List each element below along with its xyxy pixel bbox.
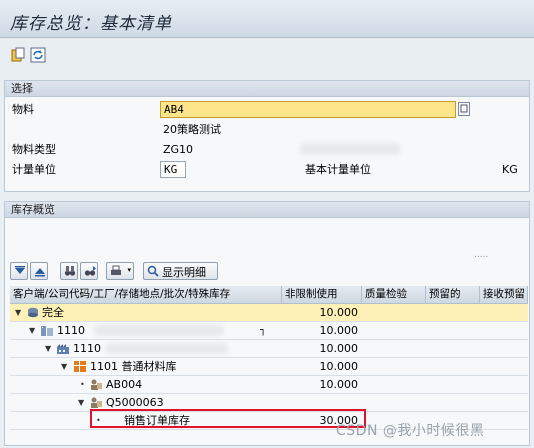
search-help-icon[interactable]	[458, 102, 470, 116]
tree-row[interactable]: • AB004 10.000	[10, 376, 528, 394]
collapse-arrow-icon[interactable]: ▼	[15, 304, 25, 321]
tree-row[interactable]: ▼ 完全 10.000	[10, 304, 528, 322]
find-next-button[interactable]	[80, 262, 98, 280]
column-header-hierarchy[interactable]: 客户端/公司代码/工厂/存储地点/批次/特殊库存	[10, 286, 282, 304]
printer-icon	[111, 265, 121, 275]
page-title: 库存总览：基本清单	[10, 14, 172, 34]
material-type-value: ZG10	[163, 143, 194, 156]
tree-row[interactable]: ▼ 1101 普通材料库 10.000	[10, 358, 528, 376]
tree-node-label: 1110	[73, 342, 101, 355]
stack-icon	[28, 307, 38, 318]
collapse-all-button[interactable]	[30, 262, 48, 280]
batch-icon	[91, 379, 102, 390]
material-label: 物料	[12, 103, 34, 116]
material-description: 20策略测试	[163, 123, 221, 136]
overflow-dots: .....	[474, 250, 489, 260]
find-button[interactable]	[60, 262, 78, 280]
collapse-arrow-icon[interactable]: ▼	[45, 340, 55, 357]
redacted-area	[300, 143, 400, 155]
detail-icon	[147, 265, 159, 277]
company-icon	[41, 326, 53, 336]
unrestricted-value: 10.000	[319, 378, 359, 391]
unrestricted-value: 10.000	[319, 324, 359, 337]
selection-section: 选择	[4, 80, 530, 192]
unrestricted-value: 10.000	[319, 342, 359, 355]
unrestricted-value: 10.000	[319, 306, 359, 319]
unit-label: 计量单位	[12, 163, 56, 176]
column-header-reserved[interactable]: 预留的	[426, 286, 480, 304]
expand-all-icon	[15, 266, 25, 274]
base-unit-value: KG	[502, 163, 518, 176]
overview-header: 库存概览	[5, 202, 529, 218]
tree-node-label: 1110	[57, 324, 85, 337]
batch-icon	[91, 397, 102, 408]
print-button[interactable]: ▾	[106, 262, 134, 280]
show-detail-label: 显示明细	[162, 266, 206, 279]
selection-header: 选择	[5, 81, 529, 97]
find-next-icon	[84, 266, 96, 276]
collapse-arrow-icon[interactable]: ▼	[61, 358, 71, 375]
base-unit-label: 基本计量单位	[305, 163, 371, 176]
title-bar: 库存总览：基本清单	[0, 0, 534, 38]
tree-row[interactable]: ▼ 1110 ┐ 10.000	[10, 322, 528, 340]
unit-field[interactable]: KG	[160, 161, 186, 178]
bracket-mark: ┐	[260, 325, 267, 336]
collapse-arrow-icon[interactable]: ▼	[29, 322, 39, 339]
application-toolbar	[0, 39, 534, 73]
refresh-icon[interactable]	[30, 47, 46, 63]
material-type-label: 物料类型	[12, 143, 56, 156]
expand-all-button[interactable]	[10, 262, 28, 280]
dropdown-arrow-icon: ▾	[127, 266, 131, 274]
column-header-unrestricted[interactable]: 非限制使用	[282, 286, 362, 304]
column-header-receipt-reserved[interactable]: 接收预留	[480, 286, 528, 304]
clipboard-copy-icon[interactable]	[10, 47, 26, 63]
redacted-area	[94, 325, 224, 336]
column-header-quality[interactable]: 质量检验	[362, 286, 426, 304]
unrestricted-value: 10.000	[319, 360, 359, 373]
tree-node-label: AB004	[106, 378, 143, 391]
redacted-area	[106, 343, 228, 354]
collapse-all-icon	[35, 268, 45, 277]
collapse-arrow-icon[interactable]: ▼	[78, 394, 88, 411]
tree-node-label: 完全	[42, 306, 64, 319]
watermark: CSDN @我小时候很黑	[336, 423, 485, 439]
plant-icon	[57, 344, 69, 354]
binoculars-icon	[64, 266, 76, 276]
tree-node-label: 1101 普通材料库	[90, 360, 177, 373]
material-input[interactable]: AB4	[160, 101, 456, 118]
storage-icon	[74, 361, 86, 372]
show-detail-button[interactable]: 显示明细	[143, 262, 218, 280]
highlight-annotation-box	[90, 409, 366, 428]
tree-row[interactable]: ▼ 1110 10.000	[10, 340, 528, 358]
